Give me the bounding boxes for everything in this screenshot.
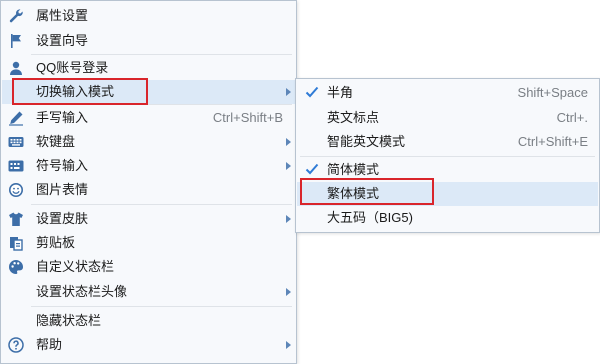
- menu-item-handwriting[interactable]: 手写输入 Ctrl+Shift+B: [2, 106, 295, 130]
- submenu-item-simplified[interactable]: 简体模式: [297, 158, 598, 182]
- check-icon: [305, 86, 319, 98]
- menu-item-label: 符号输入: [36, 158, 89, 173]
- submenu-item-shortcut: Shift+Space: [517, 85, 588, 100]
- menu-item-setup-wizard[interactable]: 设置向导: [2, 29, 295, 53]
- menu-item-label: 设置皮肤: [36, 211, 89, 226]
- submenu-item-label: 智能英文模式: [327, 134, 406, 149]
- submenu-arrow-icon: [286, 215, 291, 223]
- submenu-item-label: 大五码（BIG5): [327, 210, 413, 225]
- menu-item-set-skin[interactable]: 设置皮肤: [2, 207, 295, 231]
- submenu-item-shortcut: Ctrl+.: [556, 110, 588, 125]
- check-icon: [305, 163, 319, 175]
- menu-item-label: 隐藏状态栏: [36, 313, 102, 328]
- menu-item-label: 手写输入: [36, 110, 89, 125]
- menu-item-picture-emoji[interactable]: 图片表情: [2, 178, 295, 202]
- submenu-arrow-icon: [286, 138, 291, 146]
- menu-item-label: 设置向导: [36, 33, 89, 48]
- clipboard-icon: [10, 237, 23, 251]
- symbol-icon: [8, 160, 24, 172]
- submenu-item-traditional[interactable]: 繁体模式: [297, 182, 598, 206]
- menu-item-custom-status-bar[interactable]: 自定义状态栏: [2, 255, 295, 279]
- menu-item-symbol-input[interactable]: 符号输入: [2, 154, 295, 178]
- submenu-arrow-icon: [286, 162, 291, 170]
- menu-separator: [31, 204, 292, 205]
- shirt-icon: [9, 212, 23, 226]
- menu-item-shortcut: Ctrl+Shift+B: [212, 110, 283, 125]
- smiley-icon: [9, 183, 23, 197]
- submenu-item-label: 繁体模式: [327, 186, 380, 201]
- menu-item-label: 自定义状态栏: [36, 259, 115, 274]
- menu-item-label: 图片表情: [36, 182, 89, 197]
- submenu-item-english-punctuation[interactable]: 英文标点 Ctrl+.: [297, 106, 598, 130]
- submenu-item-label: 英文标点: [327, 110, 380, 125]
- submenu-item-label: 简体模式: [327, 162, 380, 177]
- menu-item-qq-login[interactable]: QQ账号登录: [2, 56, 295, 80]
- submenu-arrow-icon: [286, 341, 291, 349]
- menu-item-label: 帮助: [36, 337, 63, 352]
- menu-item-label: 软键盘: [36, 134, 76, 149]
- input-mode-submenu: 半角 Shift+Space 英文标点 Ctrl+. 智能英文模式 Ctrl+S…: [295, 78, 600, 233]
- submenu-item-big5[interactable]: 大五码（BIG5): [297, 206, 598, 230]
- menu-item-label: 切换输入模式: [36, 84, 115, 99]
- submenu-item-half-width[interactable]: 半角 Shift+Space: [297, 81, 598, 105]
- menu-item-status-bar-avatar[interactable]: 设置状态栏头像: [2, 280, 295, 304]
- menu-separator: [31, 306, 292, 307]
- submenu-item-smart-english[interactable]: 智能英文模式 Ctrl+Shift+E: [297, 130, 598, 154]
- menu-separator: [31, 54, 292, 55]
- menu-separator: [31, 104, 292, 105]
- help-icon: [8, 337, 24, 353]
- menu-item-label: 设置状态栏头像: [36, 284, 128, 299]
- menu-item-soft-keyboard[interactable]: 软键盘: [2, 130, 295, 154]
- keyboard-icon: [8, 137, 24, 147]
- menu-separator: [300, 156, 595, 157]
- menu-item-clipboard[interactable]: 剪贴板: [2, 231, 295, 255]
- context-menu: 属性设置 设置向导 QQ账号登录 切换输入模式 手写输入 Ctrl+Shift+…: [0, 0, 297, 364]
- menu-item-label: QQ账号登录: [36, 60, 109, 75]
- user-icon: [10, 61, 22, 75]
- menu-item-label: 剪贴板: [36, 235, 76, 250]
- submenu-arrow-icon: [286, 88, 291, 96]
- palette-icon: [9, 260, 24, 274]
- menu-item-label: 属性设置: [36, 8, 89, 23]
- submenu-item-label: 半角: [327, 85, 354, 100]
- menu-item-switch-input-mode[interactable]: 切换输入模式: [2, 80, 295, 104]
- flag-icon: [11, 34, 21, 48]
- menu-item-properties[interactable]: 属性设置: [2, 4, 295, 28]
- menu-item-hide-status-bar[interactable]: 隐藏状态栏: [2, 309, 295, 333]
- menu-item-help[interactable]: 帮助: [2, 333, 295, 357]
- pen-icon: [9, 111, 23, 126]
- submenu-arrow-icon: [286, 288, 291, 296]
- submenu-item-shortcut: Ctrl+Shift+E: [517, 134, 588, 149]
- wrench-icon: [9, 9, 23, 23]
